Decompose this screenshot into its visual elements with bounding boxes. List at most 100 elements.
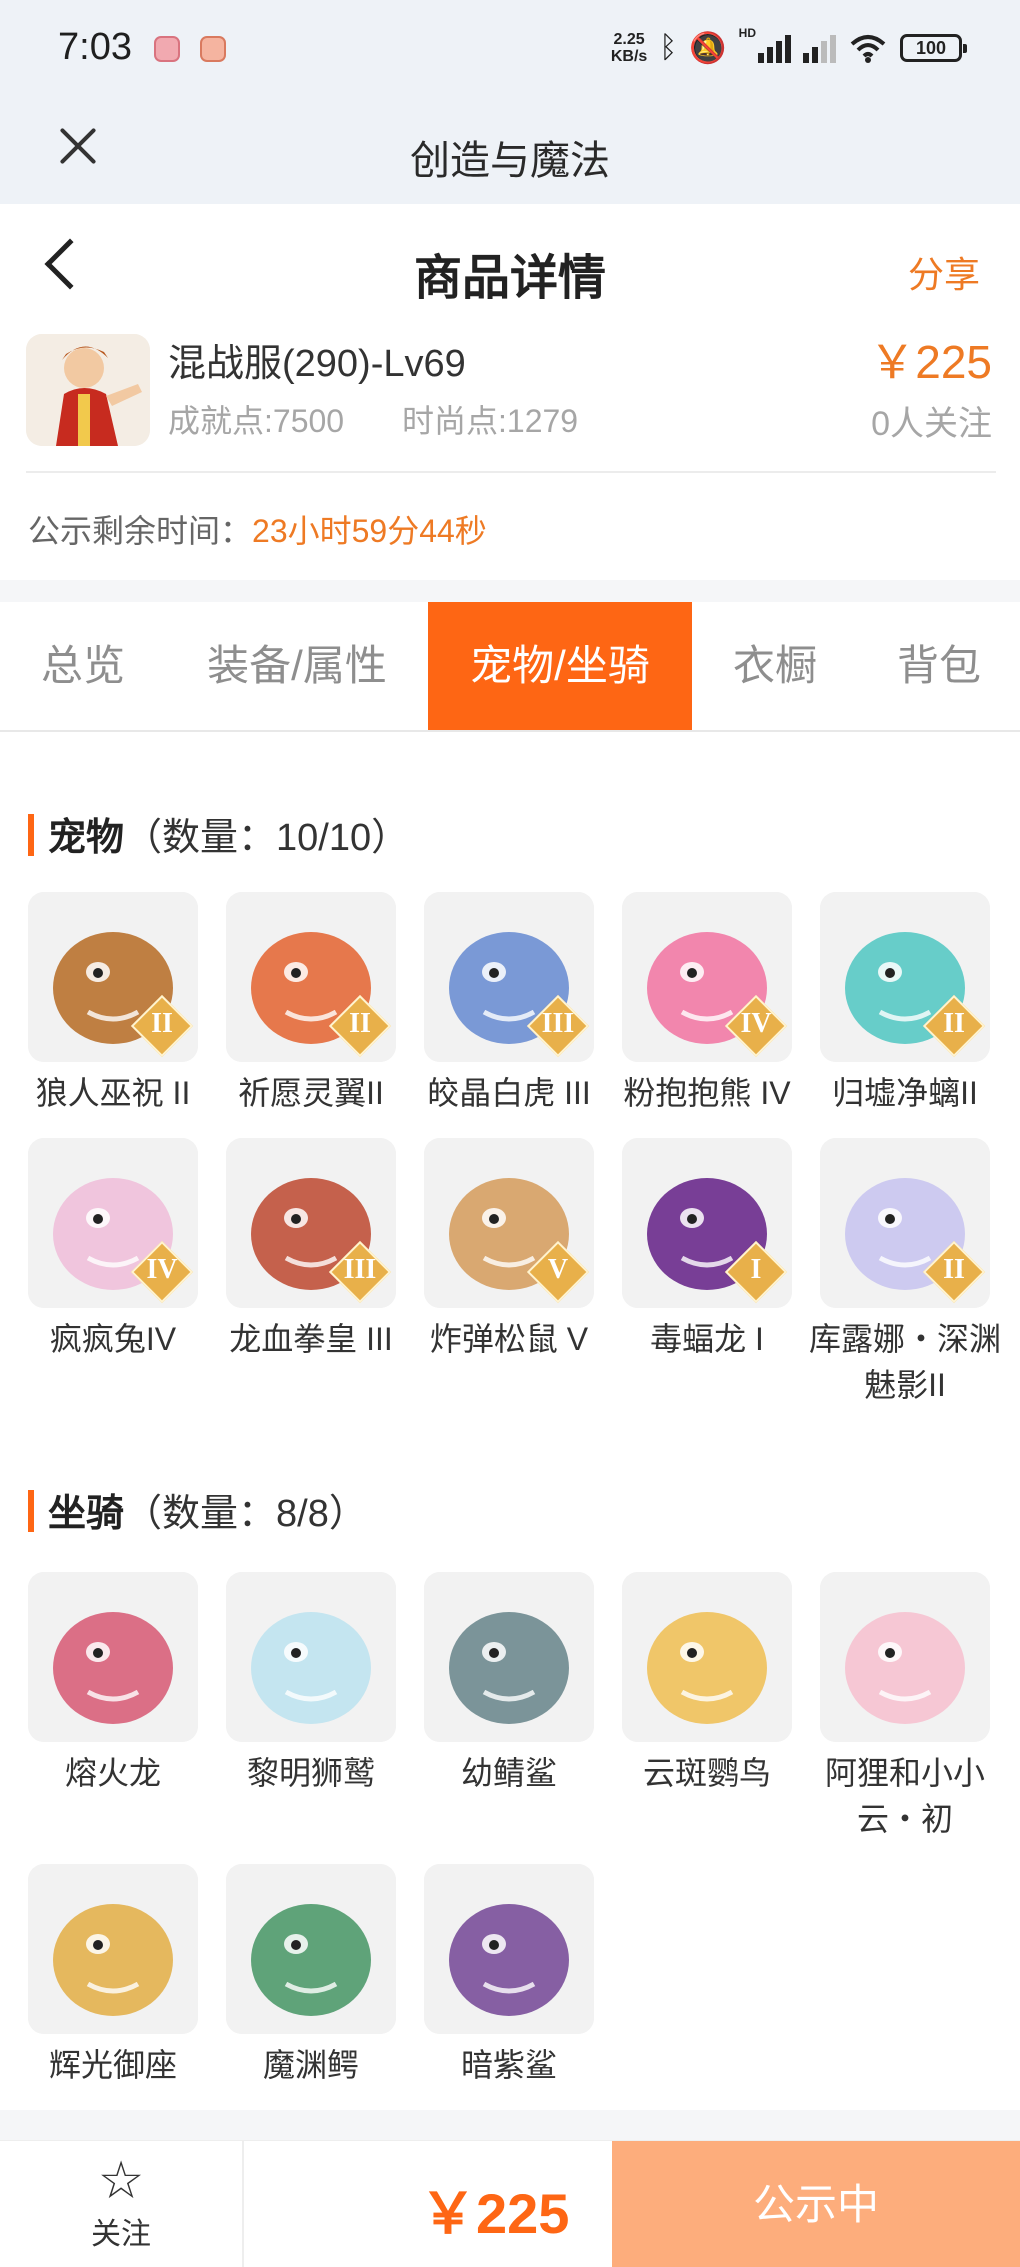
signal-icon <box>803 33 836 63</box>
pet-tile[interactable]: III 龙血拳皇 III <box>226 1138 396 1362</box>
rank-badge-label: III <box>343 1254 377 1285</box>
product-summary: 混战服(290)-Lv69 成就点:7500 时尚点:1279 ￥225 0人关… <box>0 320 1020 470</box>
mount-image <box>28 1572 198 1742</box>
mount-name: 黎明狮鹫 <box>246 1755 375 1791</box>
mount-image <box>424 1572 594 1742</box>
star-icon: ☆ <box>97 2152 145 2210</box>
section-accent-bar <box>28 814 34 856</box>
pet-name: 疯疯兔IV <box>49 1321 177 1357</box>
mount-tile[interactable]: 熔火龙 <box>28 1572 198 1796</box>
pet-name: 炸弹松鼠 V <box>429 1321 589 1357</box>
rank-badge-label: II <box>151 1008 173 1039</box>
mute-bell-icon: 🔕 <box>689 31 727 65</box>
publicity-countdown: 公示剩余时间：23小时59分44秒 <box>28 506 487 552</box>
follower-count: 0人关注 <box>871 405 992 443</box>
pets-section-title: 宠物（数量：10/10） <box>28 806 409 861</box>
mount-image <box>820 1572 990 1742</box>
mount-name: 阿狸和小小云・初 <box>824 1755 985 1837</box>
achievement-points: 成就点:7500 <box>168 403 345 439</box>
mount-image <box>424 1864 594 2034</box>
mount-image <box>226 1864 396 2034</box>
rank-badge-label: II <box>349 1008 371 1039</box>
publicity-status-button[interactable]: 公示中 <box>612 2141 1020 2267</box>
battery-icon: 100 <box>900 34 967 62</box>
pet-image: I <box>622 1138 792 1308</box>
pet-image: II <box>820 892 990 1062</box>
mounts-section-title: 坐骑（数量：8/8） <box>28 1482 367 1537</box>
pet-image: V <box>424 1138 594 1308</box>
pet-tile[interactable]: III 皎晶白虎 III <box>424 892 594 1116</box>
rank-badge-label: IV <box>740 1008 772 1039</box>
pet-name: 龙血拳皇 III <box>229 1321 393 1357</box>
pet-name: 粉抱抱熊 IV <box>623 1075 791 1111</box>
tab-overview[interactable]: 总览 <box>0 602 166 730</box>
page-header: 商品详情 分享 <box>0 204 1020 334</box>
pet-tile[interactable]: II 归墟净螭II <box>820 892 990 1116</box>
hd-label: HD <box>738 26 756 40</box>
bottom-price: ￥225 <box>420 2182 570 2245</box>
tab-wardrobe[interactable]: 衣橱 <box>692 602 858 730</box>
pet-tile[interactable]: V 炸弹松鼠 V <box>424 1138 594 1362</box>
page-title: 商品详情 <box>413 252 606 305</box>
section-accent-bar <box>28 1490 34 1532</box>
product-name: 混战服(290)-Lv69 <box>168 343 466 385</box>
mount-image <box>226 1572 396 1742</box>
notification-app-icon <box>154 36 180 62</box>
mount-tile[interactable]: 辉光御座 <box>28 1864 198 2088</box>
pet-tile[interactable]: IV 粉抱抱熊 IV <box>622 892 792 1116</box>
mount-tile[interactable]: 阿狸和小小云・初 <box>820 1572 990 1842</box>
bluetooth-icon: ᛒ <box>659 31 678 64</box>
countdown-value: 23小时59分44秒 <box>252 513 487 549</box>
mount-tile[interactable]: 云斑鹦鸟 <box>622 1572 792 1796</box>
mount-tile[interactable]: 暗紫鲨 <box>424 1864 594 2088</box>
section-separator <box>0 2110 1020 2140</box>
divider <box>26 471 996 473</box>
rank-badge-label: III <box>541 1008 575 1039</box>
pet-image: IV <box>622 892 792 1062</box>
mount-tile[interactable]: 魔渊鳄 <box>226 1864 396 2088</box>
follow-label: 关注 <box>91 2218 151 2251</box>
mount-name: 魔渊鳄 <box>262 2047 359 2083</box>
wifi-icon <box>850 35 886 63</box>
tab-backpack[interactable]: 背包 <box>858 602 1020 730</box>
countdown-label: 公示剩余时间： <box>28 513 253 549</box>
pet-image: II <box>226 892 396 1062</box>
pet-image: II <box>28 892 198 1062</box>
rank-badge-label: II <box>943 1008 965 1039</box>
share-button[interactable]: 分享 <box>908 246 980 298</box>
tab-pets-mounts[interactable]: 宠物/坐骑 <box>428 602 692 730</box>
notification-app-icon <box>200 36 226 62</box>
fashion-points: 时尚点:1279 <box>402 403 579 439</box>
mount-image <box>622 1572 792 1742</box>
mount-tile[interactable]: 幼鲭鲨 <box>424 1572 594 1796</box>
mount-name: 幼鲭鲨 <box>460 1755 557 1791</box>
app-bar: 创造与魔法 <box>0 100 1020 204</box>
pet-name: 狼人巫祝 II <box>35 1075 191 1111</box>
signal-icon <box>758 33 791 63</box>
pet-image: IV <box>28 1138 198 1308</box>
tab-bar: 总览 装备/属性 宠物/坐骑 衣橱 背包 <box>0 602 1020 732</box>
status-bar: 7:03 2.25 KB/s ᛒ 🔕 HD 100 <box>0 0 1020 100</box>
mount-name: 暗紫鲨 <box>460 2047 557 2083</box>
net-speed: 2.25 KB/s <box>610 31 648 65</box>
rank-badge-label: V <box>547 1254 569 1285</box>
pet-tile[interactable]: IV 疯疯兔IV <box>28 1138 198 1362</box>
pet-name: 库露娜・深渊魅影II <box>808 1321 1001 1403</box>
product-price: ￥225 <box>869 336 992 388</box>
pet-tile[interactable]: II 狼人巫祝 II <box>28 892 198 1116</box>
pets-count: （数量：10/10） <box>124 817 410 859</box>
tab-equipment[interactable]: 装备/属性 <box>166 602 428 730</box>
pet-name: 皎晶白虎 III <box>427 1075 591 1111</box>
rank-badge-label: I <box>750 1254 762 1285</box>
follow-button[interactable]: ☆ 关注 <box>0 2141 244 2267</box>
mount-tile[interactable]: 黎明狮鹫 <box>226 1572 396 1796</box>
pet-tile[interactable]: II 祈愿灵翼II <box>226 892 396 1116</box>
bottom-action-bar: ☆ 关注 ￥225 公示中 <box>0 2140 1020 2267</box>
mount-image <box>28 1864 198 2034</box>
pet-tile[interactable]: II 库露娜・深渊魅影II <box>809 1138 1001 1408</box>
pet-image: III <box>226 1138 396 1308</box>
mount-name: 熔火龙 <box>64 1755 161 1791</box>
pet-tile[interactable]: I 毒蝠龙 I <box>622 1138 792 1362</box>
pet-name: 归墟净螭II <box>832 1075 978 1111</box>
pet-name: 祈愿灵翼II <box>238 1075 384 1111</box>
